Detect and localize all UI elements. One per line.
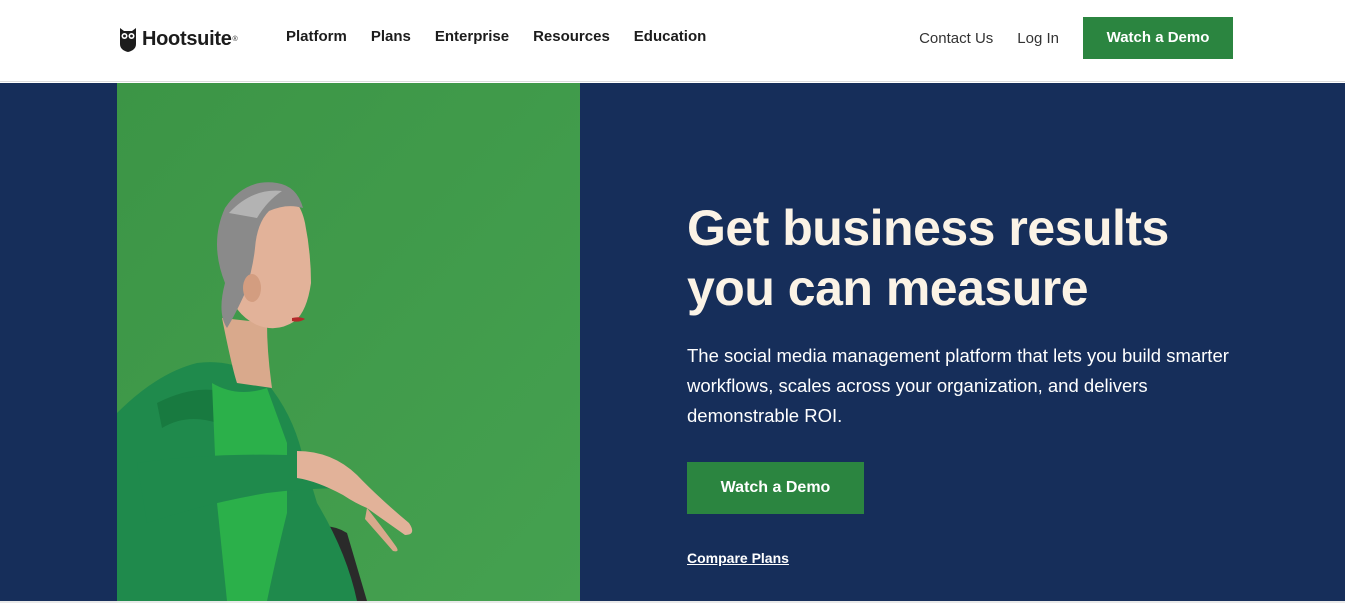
hootsuite-logo[interactable]: Hootsuite ® (118, 25, 238, 53)
nav-item-enterprise[interactable]: Enterprise (435, 28, 509, 45)
woman-portrait-illustration (117, 83, 580, 601)
hero-photo (117, 83, 580, 601)
logo-wordmark: Hootsuite (142, 27, 232, 50)
watch-demo-header-button[interactable]: Watch a Demo (1083, 17, 1233, 59)
contact-us-link[interactable]: Contact Us (919, 30, 993, 47)
nav-item-resources[interactable]: Resources (533, 28, 610, 45)
nav-item-platform[interactable]: Platform (286, 28, 347, 45)
primary-nav: Platform Plans Enterprise Resources Educ… (286, 28, 730, 45)
log-in-link[interactable]: Log In (1017, 30, 1059, 47)
nav-item-plans[interactable]: Plans (371, 28, 411, 45)
nav-item-education[interactable]: Education (634, 28, 707, 45)
watch-demo-hero-button[interactable]: Watch a Demo (687, 462, 864, 514)
hero-description: The social media management platform tha… (687, 345, 1229, 426)
registered-mark: ® (232, 35, 238, 43)
hero-headline: Get business results you can measure (687, 198, 1287, 318)
top-navigation-bar: Hootsuite ® Platform Plans Enterprise Re… (0, 0, 1345, 82)
headline-line-2: you can measure (687, 260, 1089, 316)
utility-nav: Contact Us Log In Watch a Demo (919, 17, 1233, 59)
compare-plans-link[interactable]: Compare Plans (687, 550, 789, 566)
owl-icon (120, 28, 136, 52)
headline-line-1: Get business results (687, 200, 1169, 256)
